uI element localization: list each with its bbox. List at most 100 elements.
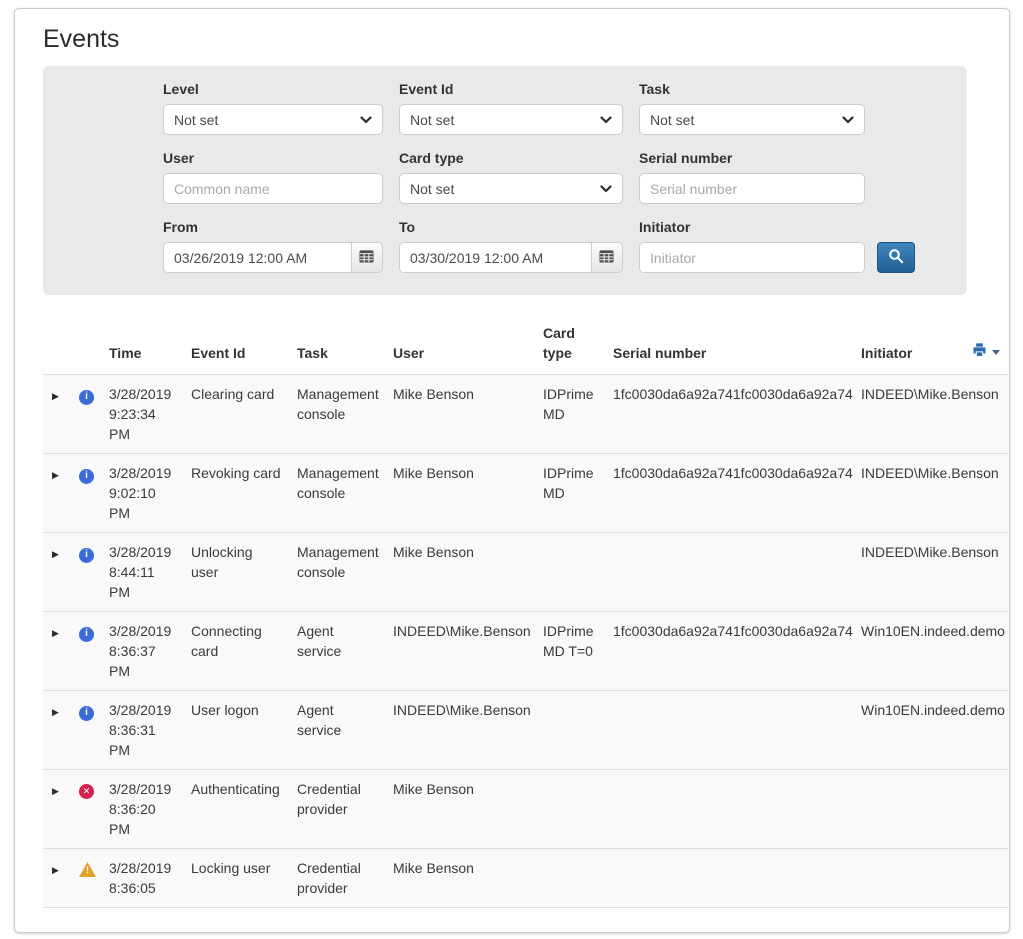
cell-event-id: User logon <box>183 691 289 770</box>
chevron-down-icon <box>842 116 854 124</box>
task-select[interactable]: Not set <box>639 104 865 135</box>
serial-number-label: Serial number <box>639 150 865 166</box>
info-icon: i <box>79 627 94 642</box>
table-row: ▶ i 3/28/2019 8:44:11 PM Unlocking user … <box>43 533 1008 612</box>
cell-initiator: INDEED\Mike.Benson <box>853 375 978 454</box>
cell-serial-number <box>605 770 853 849</box>
calendar-icon <box>599 249 614 266</box>
error-icon: ✕ <box>79 784 94 799</box>
to-label: To <box>399 219 623 235</box>
cell-task: Credential provider <box>289 849 385 908</box>
card-type-select-value: Not set <box>410 181 454 197</box>
cell-print-spacer <box>978 849 1008 908</box>
from-label: From <box>163 219 383 235</box>
table-row: ▶ i 3/28/2019 9:02:10 PM Revoking card M… <box>43 454 1008 533</box>
cell-event-id: Clearing card <box>183 375 289 454</box>
cell-card-type <box>535 770 605 849</box>
column-header-initiator: Initiator <box>853 313 978 375</box>
search-icon <box>888 248 904 267</box>
events-table: Time Event Id Task User Card type Serial… <box>43 313 1008 908</box>
column-header-serial-number: Serial number <box>605 313 853 375</box>
search-button[interactable] <box>877 242 915 273</box>
print-button[interactable] <box>971 342 1000 363</box>
cell-user: Mike Benson <box>385 533 535 612</box>
cell-time: 3/28/2019 8:36:31 PM <box>101 691 183 770</box>
cell-initiator: INDEED\Mike.Benson <box>853 454 978 533</box>
event-id-select[interactable]: Not set <box>399 104 623 135</box>
events-page-card: Events Level Not set Event Id Not set <box>14 8 1010 933</box>
to-calendar-button[interactable] <box>591 242 623 273</box>
cell-initiator <box>853 849 978 908</box>
from-calendar-button[interactable] <box>351 242 383 273</box>
cell-task: Agent service <box>289 612 385 691</box>
expand-row-icon[interactable]: ▶ <box>51 549 59 560</box>
cell-user: Mike Benson <box>385 849 535 908</box>
cell-user: Mike Benson <box>385 454 535 533</box>
cell-task: Management console <box>289 375 385 454</box>
cell-serial-number <box>605 691 853 770</box>
cell-task: Management console <box>289 454 385 533</box>
cell-serial-number: 1fc0030da6a92a741fc0030da6a92a74 <box>605 612 853 691</box>
info-icon: i <box>79 390 94 405</box>
cell-event-id: Unlocking user <box>183 533 289 612</box>
expand-row-icon[interactable]: ▶ <box>51 786 59 797</box>
expand-row-icon[interactable]: ▶ <box>51 391 59 402</box>
event-id-label: Event Id <box>399 81 623 97</box>
expand-row-icon[interactable]: ▶ <box>51 707 59 718</box>
event-id-select-value: Not set <box>410 112 454 128</box>
expand-row-icon[interactable]: ▶ <box>51 470 59 481</box>
cell-time: 3/28/2019 8:44:11 PM <box>101 533 183 612</box>
warning-icon: ! <box>79 862 96 877</box>
events-table-body: ▶ i 3/28/2019 9:23:34 PM Clearing card M… <box>43 375 1008 908</box>
cell-task: Management console <box>289 533 385 612</box>
calendar-icon <box>359 249 374 266</box>
cell-task: Agent service <box>289 691 385 770</box>
chevron-down-icon <box>360 116 372 124</box>
cell-card-type: IDPrime MD <box>535 375 605 454</box>
cell-user: INDEED\Mike.Benson <box>385 691 535 770</box>
user-input[interactable] <box>163 173 383 204</box>
page-title: Events <box>43 25 995 54</box>
info-icon: i <box>79 706 94 721</box>
cell-event-id: Connecting card <box>183 612 289 691</box>
expand-row-icon[interactable]: ▶ <box>51 865 59 876</box>
column-header-time: Time <box>101 313 183 375</box>
cell-event-id: Locking user <box>183 849 289 908</box>
column-header-event-id: Event Id <box>183 313 289 375</box>
cell-event-id: Authenticating <box>183 770 289 849</box>
cell-initiator: Win10EN.indeed.demo <box>853 612 978 691</box>
from-date-input[interactable] <box>163 242 352 273</box>
table-row: ▶ i 3/28/2019 8:36:37 PM Connecting card… <box>43 612 1008 691</box>
cell-task: Credential provider <box>289 770 385 849</box>
cell-card-type: IDPrime MD T=0 <box>535 612 605 691</box>
cell-event-id: Revoking card <box>183 454 289 533</box>
table-row: ▶ ! 3/28/2019 8:36:05 Locking user Crede… <box>43 849 1008 908</box>
cell-card-type: IDPrime MD <box>535 454 605 533</box>
cell-user: Mike Benson <box>385 375 535 454</box>
column-header-expander <box>43 313 71 375</box>
to-date-input[interactable] <box>399 242 592 273</box>
cell-serial-number: 1fc0030da6a92a741fc0030da6a92a74 <box>605 454 853 533</box>
chevron-down-icon <box>600 185 612 193</box>
table-row: ▶ i 3/28/2019 9:23:34 PM Clearing card M… <box>43 375 1008 454</box>
cell-print-spacer <box>978 770 1008 849</box>
cell-card-type <box>535 691 605 770</box>
table-row: ▶ i 3/28/2019 8:36:31 PM User logon Agen… <box>43 691 1008 770</box>
card-type-select[interactable]: Not set <box>399 173 623 204</box>
column-header-card-type: Card type <box>535 313 605 375</box>
cell-serial-number: 1fc0030da6a92a741fc0030da6a92a74 <box>605 375 853 454</box>
print-caret-icon <box>992 350 1000 355</box>
cell-time: 3/28/2019 8:36:20 PM <box>101 770 183 849</box>
cell-initiator: INDEED\Mike.Benson <box>853 533 978 612</box>
card-type-label: Card type <box>399 150 623 166</box>
cell-initiator: Win10EN.indeed.demo <box>853 691 978 770</box>
initiator-input[interactable] <box>639 242 865 273</box>
serial-number-input[interactable] <box>639 173 865 204</box>
table-row: ▶ ✕ 3/28/2019 8:36:20 PM Authenticating … <box>43 770 1008 849</box>
expand-row-icon[interactable]: ▶ <box>51 628 59 639</box>
cell-time: 3/28/2019 8:36:37 PM <box>101 612 183 691</box>
initiator-label: Initiator <box>639 219 915 235</box>
printer-icon <box>971 342 988 363</box>
cell-card-type <box>535 533 605 612</box>
level-select[interactable]: Not set <box>163 104 383 135</box>
